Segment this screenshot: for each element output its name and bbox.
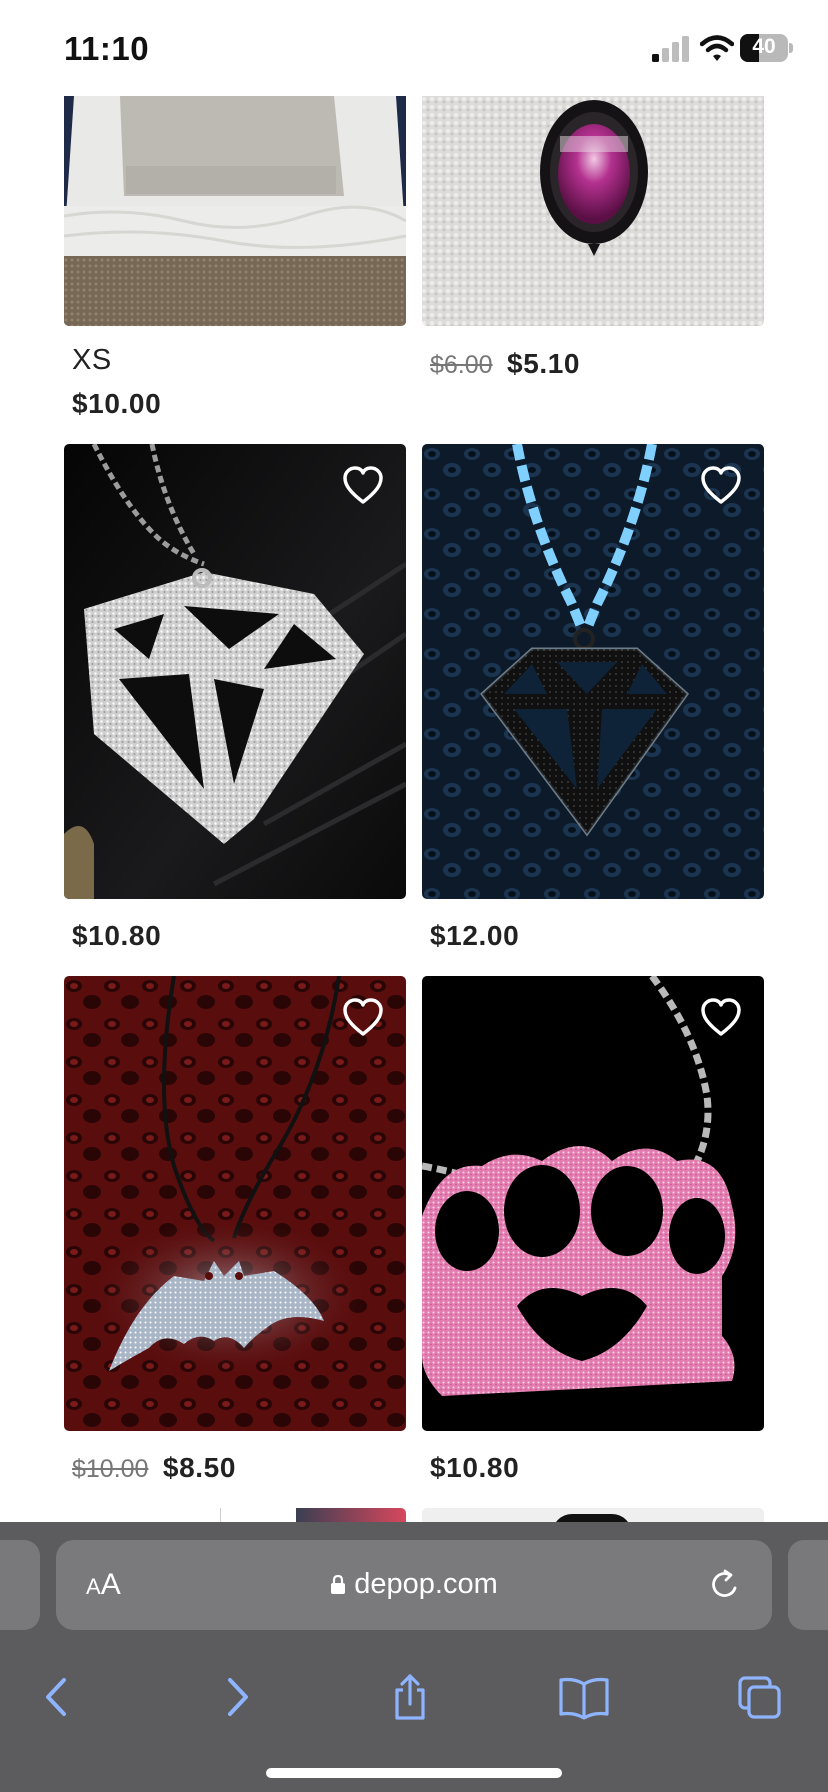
product-card[interactable]: $10.00 $8.50 xyxy=(64,976,406,1496)
product-image[interactable] xyxy=(64,444,406,899)
product-price: $10.80 xyxy=(430,1452,520,1483)
product-image[interactable] xyxy=(64,976,406,1431)
product-image[interactable] xyxy=(422,96,764,326)
heart-outline-icon[interactable] xyxy=(700,466,742,506)
cellular-signal-icon xyxy=(652,36,689,62)
product-image[interactable] xyxy=(422,976,764,1431)
product-price: $8.50 xyxy=(162,1452,236,1483)
chevron-left-icon[interactable] xyxy=(36,1674,80,1720)
status-time: 11:10 xyxy=(64,30,150,67)
address-bar[interactable]: AA depop.com xyxy=(56,1540,772,1630)
heart-outline-icon[interactable] xyxy=(342,466,384,506)
browser-toolbar: AA depop.com xyxy=(0,1522,828,1792)
product-image[interactable] xyxy=(422,444,764,899)
product-card[interactable]: $10.80 xyxy=(422,976,764,1496)
lock-icon xyxy=(331,1574,346,1594)
price-row: $6.00 $5.10 xyxy=(430,348,580,380)
product-card[interactable]: $12.00 xyxy=(422,444,764,964)
product-price: $12.00 xyxy=(430,920,520,951)
product-original-price: $6.00 xyxy=(430,351,493,379)
previous-tab-preview[interactable] xyxy=(0,1540,40,1630)
url-display[interactable]: depop.com xyxy=(56,1568,772,1601)
product-price: $5.10 xyxy=(507,348,581,379)
battery-percentage: 40 xyxy=(752,35,776,58)
tabs-icon[interactable] xyxy=(738,1674,782,1720)
price-row: $10.00 $8.50 xyxy=(72,1452,236,1484)
heart-outline-icon[interactable] xyxy=(700,998,742,1038)
home-indicator[interactable] xyxy=(266,1768,562,1778)
product-price: $10.80 xyxy=(72,920,162,951)
price-row: $10.80 xyxy=(72,920,161,952)
product-original-price: $10.00 xyxy=(72,1455,149,1483)
chevron-right-icon[interactable] xyxy=(214,1674,258,1720)
price-row: $12.00 xyxy=(430,920,519,952)
product-card[interactable]: XS $10.00 xyxy=(64,96,406,432)
battery-cap xyxy=(789,43,793,53)
url-text: depop.com xyxy=(354,1568,498,1600)
status-bar: 11:10 40 xyxy=(0,0,828,96)
price-row: $10.00 xyxy=(72,388,161,420)
product-card[interactable]: $6.00 $5.10 xyxy=(422,96,764,386)
product-image[interactable] xyxy=(64,96,406,326)
product-size: XS xyxy=(72,344,112,376)
price-row: $10.80 xyxy=(430,1452,519,1484)
reload-icon[interactable] xyxy=(708,1568,742,1602)
battery-indicator: 40 xyxy=(740,34,793,62)
share-icon[interactable] xyxy=(388,1674,432,1720)
product-price: $10.00 xyxy=(72,388,162,419)
wifi-icon xyxy=(700,35,734,61)
product-card[interactable]: $10.80 xyxy=(64,444,406,964)
next-tab-preview[interactable] xyxy=(788,1540,828,1630)
battery-body: 40 xyxy=(740,34,788,62)
heart-outline-icon[interactable] xyxy=(342,998,384,1038)
book-icon[interactable] xyxy=(558,1674,610,1720)
